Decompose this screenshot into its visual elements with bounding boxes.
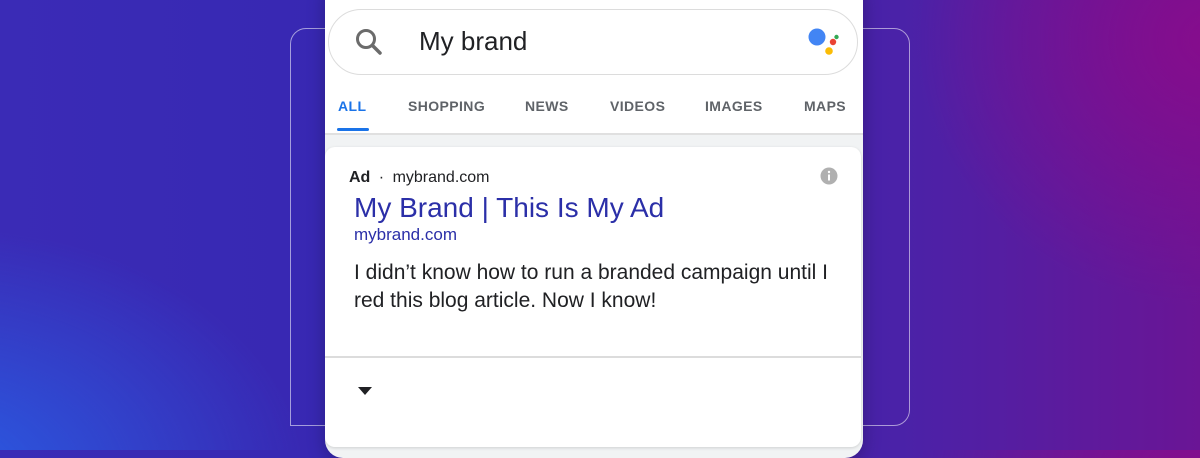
ad-domain: mybrand.com — [392, 169, 490, 186]
ad-separator: · — [378, 169, 385, 186]
search-icon[interactable] — [353, 26, 385, 58]
tab-maps[interactable]: MAPS — [804, 98, 846, 114]
google-assistant-icon[interactable] — [805, 26, 841, 60]
tabs-divider — [325, 133, 863, 135]
info-icon[interactable] — [820, 167, 838, 185]
ad-title-link[interactable]: My Brand | This Is My Ad — [354, 192, 664, 224]
tab-all[interactable]: ALL — [338, 98, 366, 114]
tab-videos[interactable]: VIDEOS — [610, 98, 665, 114]
ad-result-card: Ad · mybrand.com My Brand | This Is My A… — [325, 147, 861, 447]
search-header: My brand ALL SHOPPING NEWS VIDEOS IMAGES… — [325, 0, 863, 135]
ad-display-url[interactable]: mybrand.com — [354, 225, 457, 245]
card-divider — [325, 356, 861, 358]
tab-news[interactable]: NEWS — [525, 98, 569, 114]
active-tab-indicator — [337, 128, 369, 131]
search-tabs: ALL SHOPPING NEWS VIDEOS IMAGES MAPS — [325, 88, 863, 132]
ad-description: I didn’t know how to run a branded campa… — [354, 261, 828, 312]
search-input[interactable]: My brand — [419, 24, 527, 58]
tab-images[interactable]: IMAGES — [705, 98, 763, 114]
tab-shopping[interactable]: SHOPPING — [408, 98, 485, 114]
ad-badge: Ad — [349, 169, 371, 186]
ad-source-line: Ad · mybrand.com — [349, 169, 489, 187]
chevron-down-icon[interactable] — [358, 387, 372, 396]
search-bar[interactable]: My brand — [328, 9, 858, 75]
phone-screen: My brand ALL SHOPPING NEWS VIDEOS IMAGES… — [325, 0, 863, 458]
